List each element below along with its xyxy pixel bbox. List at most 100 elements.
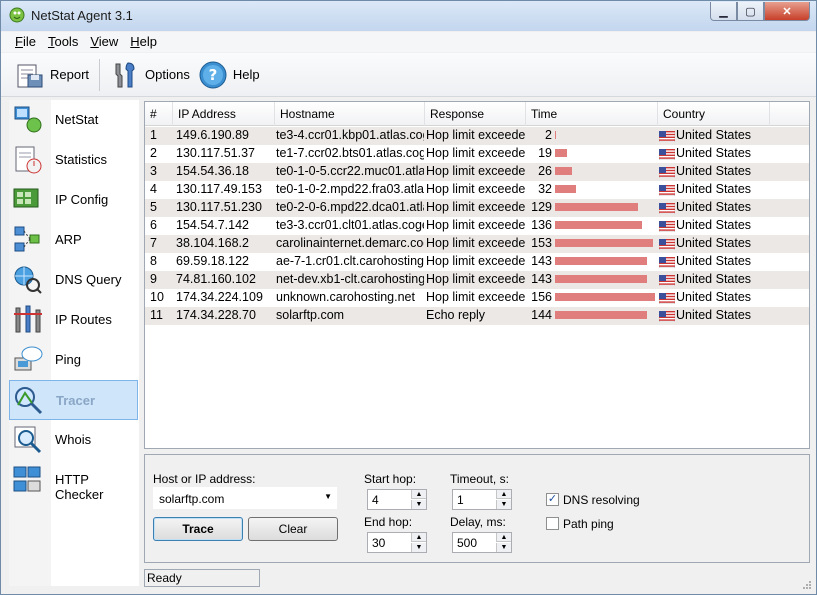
toolbar: Report Options ? Help (1, 53, 816, 97)
sidebar-item-netstat[interactable]: NetStat (9, 100, 138, 140)
table-row[interactable]: 6 154.54.7.142 te3-3.ccr01.clt01.atlas.cog… (145, 217, 809, 235)
start-hop-label: Start hop: (364, 472, 417, 486)
end-hop-spinner[interactable]: 30 ▲ ▼ (367, 532, 427, 553)
clear-button[interactable]: Clear (248, 517, 338, 541)
spin-up-icon[interactable]: ▲ (411, 490, 426, 499)
column-header-response[interactable]: Response (425, 102, 526, 126)
sidebar-item-arp[interactable]: ARP (9, 220, 138, 260)
table-header: # IP Address Hostname Response Time Coun… (145, 102, 809, 126)
results-table: # IP Address Hostname Response Time Coun… (144, 101, 810, 449)
options-label: Options (145, 67, 190, 82)
cell-hostname: net-dev.xb1-clt.carohosting.net (276, 272, 424, 286)
spin-down-icon[interactable]: ▼ (496, 500, 511, 509)
table-row[interactable]: 10 174.34.224.109 unknown.carohosting.net H… (145, 289, 809, 307)
minimize-icon: ▁ (719, 5, 728, 18)
spin-down-icon[interactable]: ▼ (411, 543, 426, 552)
delay-value: 500 (457, 536, 478, 550)
options-icon (115, 61, 135, 87)
maximize-button[interactable]: ▢ (737, 2, 764, 21)
table-row[interactable]: 9 74.81.160.102 net-dev.xb1-clt.carohostin… (145, 271, 809, 289)
options-button[interactable]: Options (106, 57, 194, 93)
sidebar-item-ip-routes[interactable]: IP Routes (9, 300, 138, 340)
sidebar-item-ping[interactable]: Ping (9, 340, 138, 380)
title-bar: NetStat Agent 3.1 ▁ ▢ ✕ (1, 1, 816, 31)
table-row[interactable]: 1 149.6.190.89 te3-4.ccr01.kbp01.atlas.cog… (145, 127, 809, 145)
sidebar-item-tracer[interactable]: Tracer (9, 380, 138, 420)
us-flag-icon (659, 275, 675, 286)
cell-response: Hop limit exceeded (426, 218, 525, 232)
arp-icon (14, 226, 40, 252)
cell-hostname: ae-7-1.cr01.clt.carohosting.net (276, 254, 424, 268)
cell-hostname: solarftp.com (276, 308, 345, 322)
sidebar-item-label: Whois (55, 432, 92, 447)
table-row[interactable]: 2 130.117.51.37 te1-7.ccr02.bts01.atlas.co… (145, 145, 809, 163)
column-header-time[interactable]: Time (526, 102, 658, 126)
cell-response: Hop limit exceeded (426, 200, 525, 214)
minimize-button[interactable]: ▁ (710, 2, 737, 21)
cell-response: Hop limit exceeded (426, 146, 525, 160)
sidebar-item-statistics[interactable]: Statistics (9, 140, 138, 180)
spin-down-icon[interactable]: ▼ (411, 500, 426, 509)
time-bar (555, 203, 638, 211)
dns-resolving-checkbox[interactable]: ✓ (546, 493, 559, 506)
cell-ip: 69.59.18.122 (176, 254, 249, 268)
cell-number: 6 (150, 218, 157, 232)
delay-spinner[interactable]: 500 ▲ ▼ (452, 532, 512, 553)
menu-help[interactable]: Help (124, 32, 163, 52)
dns-resolving-label: DNS resolving (563, 493, 640, 507)
cell-time: 2 (545, 128, 552, 142)
app-window: NetStat Agent 3.1 ▁ ▢ ✕ File Tools View … (0, 0, 817, 595)
sidebar-item-dns-query[interactable]: DNS Query (9, 260, 138, 300)
cell-country: United States (676, 164, 752, 178)
cell-country: United States (676, 146, 752, 160)
menu-tools[interactable]: Tools (42, 32, 84, 52)
sidebar-item-label: IP Routes (55, 312, 112, 327)
spin-up-icon[interactable]: ▲ (496, 533, 511, 542)
trace-button[interactable]: Trace (153, 517, 243, 541)
table-row[interactable]: 5 130.117.51.230 te0-2-0-6.mpd22.dca01.atl… (145, 199, 809, 217)
cell-hostname: carolinainternet.demarc.cogentco.com (276, 236, 424, 250)
cell-number: 5 (150, 200, 157, 214)
table-row[interactable]: 4 130.117.49.153 te0-1-0-2.mpd22.fra03.atl… (145, 181, 809, 199)
cell-response: Hop limit exceeded (426, 236, 525, 250)
report-button[interactable]: Report (11, 57, 93, 93)
resize-grip-icon[interactable] (802, 580, 812, 590)
menu-file[interactable]: File (9, 32, 42, 52)
sidebar-item-ip-config[interactable]: IP Config (9, 180, 138, 220)
us-flag-icon (659, 149, 675, 160)
menu-view[interactable]: View (84, 32, 124, 52)
table-row[interactable]: 3 154.54.36.18 te0-1-0-5.ccr22.muc01.atlas… (145, 163, 809, 181)
sidebar-item-label: NetStat (55, 112, 99, 127)
cell-response: Hop limit exceeded (426, 290, 525, 304)
sidebar-item-http-checker[interactable]: HTTP Checker (9, 460, 138, 502)
time-bar (555, 167, 572, 175)
host-combobox[interactable]: solarftp.com ▼ (153, 487, 337, 509)
start-hop-spinner[interactable]: 4 ▲ ▼ (367, 489, 427, 510)
timeout-spinner[interactable]: 1 ▲ ▼ (452, 489, 512, 510)
table-row[interactable]: 8 69.59.18.122 ae-7-1.cr01.clt.carohosting… (145, 253, 809, 271)
close-button[interactable]: ✕ (764, 2, 810, 21)
spin-up-icon[interactable]: ▲ (411, 533, 426, 542)
path-ping-checkbox[interactable] (546, 517, 559, 530)
time-bar (555, 185, 576, 193)
sidebar-item-whois[interactable]: Whois (9, 420, 138, 460)
timeout-label: Timeout, s: (450, 472, 509, 486)
column-header-country[interactable]: Country (658, 102, 770, 126)
column-header-ip[interactable]: IP Address (173, 102, 275, 126)
table-row[interactable]: 7 38.104.168.2 carolinainternet.demarc.cog… (145, 235, 809, 253)
column-header-number[interactable]: # (145, 102, 173, 126)
sidebar-item-label: Ping (55, 352, 82, 367)
cell-ip: 130.117.49.153 (176, 182, 262, 196)
dropdown-arrow-icon[interactable]: ▼ (324, 492, 332, 501)
spin-up-icon[interactable]: ▲ (496, 490, 511, 499)
table-row[interactable]: 11 174.34.228.70 solarftp.com Echo reply 144… (145, 307, 809, 325)
cell-ip: 38.104.168.2 (176, 236, 249, 250)
help-button[interactable]: ? Help (194, 57, 264, 93)
column-header-hostname[interactable]: Hostname (275, 102, 425, 126)
cell-country: United States (676, 290, 752, 304)
cell-ip: 154.54.7.142 (176, 218, 249, 232)
netstat-icon (14, 106, 42, 133)
cell-number: 7 (150, 236, 157, 250)
statistics-icon (15, 146, 42, 174)
spin-down-icon[interactable]: ▼ (496, 543, 511, 552)
